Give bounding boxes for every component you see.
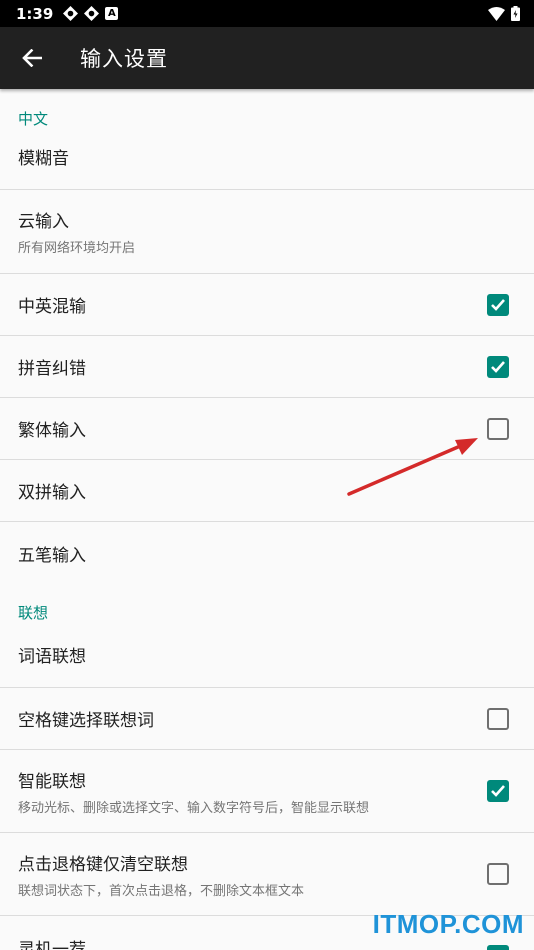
setting-title: 五笔输入 <box>18 545 86 566</box>
a-badge-icon: A <box>105 7 119 20</box>
check-icon <box>491 785 505 797</box>
pinyin-correction-checkbox[interactable] <box>487 355 509 378</box>
notification-diamond-icon <box>63 6 79 21</box>
notification-diamond-icon <box>84 6 100 21</box>
setting-title: 点击退格键仅清空联想 <box>18 854 188 875</box>
setting-backspace-clear-association[interactable]: 点击退格键仅清空联想 联想词状态下，首次点击退格，不删除文本框文本 <box>0 833 534 916</box>
check-icon <box>491 360 505 373</box>
setting-mixed-input[interactable]: 中英混输 <box>0 274 534 336</box>
traditional-input-checkbox[interactable] <box>487 417 509 440</box>
wifi-icon <box>488 6 505 21</box>
setting-wubi-input[interactable]: 五笔输入 <box>0 522 534 584</box>
backspace-clear-checkbox[interactable] <box>487 863 509 885</box>
setting-shuangpin-input[interactable]: 双拼输入 <box>0 460 534 522</box>
setting-title: 智能联想 <box>18 771 86 792</box>
battery-icon <box>511 6 520 21</box>
arrow-back-icon <box>22 49 42 67</box>
settings-list: 中文 模糊音 云输入 所有网络环境均开启 中英混输 拼音纠错 繁体输入 双拼输入… <box>0 89 534 950</box>
back-button[interactable] <box>18 44 46 72</box>
setting-smart-association[interactable]: 智能联想 移动光标、删除或选择文字、输入数字符号后，智能显示联想 <box>0 750 534 833</box>
setting-traditional-input[interactable]: 繁体输入 <box>0 398 534 460</box>
page-title: 输入设置 <box>80 47 168 71</box>
section-header-chinese: 中文 <box>18 110 49 128</box>
smart-association-checkbox[interactable] <box>487 780 509 802</box>
setting-title: 双拼输入 <box>18 483 86 503</box>
mixed-input-checkbox[interactable] <box>487 293 509 316</box>
setting-title: 拼音纠错 <box>18 359 86 379</box>
app-toolbar: 输入设置 <box>0 27 534 89</box>
setting-title: 云输入 <box>18 212 69 232</box>
check-icon <box>491 298 505 311</box>
status-bar: 1:39 A <box>0 0 534 27</box>
setting-title: 繁体输入 <box>18 421 86 441</box>
setting-pinyin-correction[interactable]: 拼音纠错 <box>0 336 534 398</box>
setting-title: 空格键选择联想词 <box>18 711 154 731</box>
space-select-checkbox[interactable] <box>487 707 509 730</box>
lingji-checkbox[interactable] <box>487 945 509 950</box>
watermark-logo: ITMOP.COM <box>372 909 524 939</box>
setting-fuzzy-sound[interactable]: 模糊音 <box>0 131 534 190</box>
setting-subtitle: 移动光标、删除或选择文字、输入数字符号后，智能显示联想 <box>18 800 370 816</box>
setting-word-association[interactable]: 词语联想 <box>0 630 534 688</box>
status-time: 1:39 <box>16 4 54 23</box>
setting-cloud-input[interactable]: 云输入 所有网络环境均开启 <box>0 190 534 274</box>
setting-space-select-association[interactable]: 空格键选择联想词 <box>0 688 534 750</box>
setting-title: 中英混输 <box>18 297 86 317</box>
setting-title: 词语联想 <box>18 647 86 667</box>
section-header-association: 联想 <box>18 604 49 622</box>
setting-subtitle: 所有网络环境均开启 <box>18 241 136 256</box>
setting-title: 模糊音 <box>18 148 69 169</box>
setting-subtitle: 联想词状态下，首次点击退格，不删除文本框文本 <box>18 883 305 899</box>
